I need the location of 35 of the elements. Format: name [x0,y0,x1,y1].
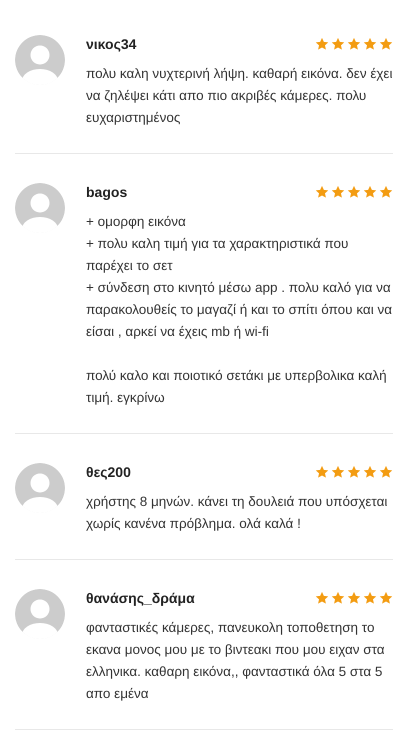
star-icon [315,465,329,479]
star-icon [347,465,361,479]
avatar-icon [15,589,65,639]
reviewer-name: θες200 [86,462,131,482]
avatar-icon [15,183,65,233]
star-icon [331,591,345,605]
review-text: πολύ καλο και ποιοτικό σετάκι με υπερβολικα καλή τιμή. εγκρίνω [86,367,388,407]
reviewer-name: θανάσης_δράμα [86,588,195,608]
star-icon [379,591,393,605]
star-icon [363,465,377,479]
star-icon [363,37,377,51]
star-icon [363,185,377,199]
star-icon [331,37,345,51]
reviewer-name: νικος34 [86,34,136,54]
star-icon [347,37,361,51]
review-text: χρήστης 8 μηνών. κάνει τη δουλειά που υπόσχεται χωρίς κανένα πρόβλημα. ολά καλά ! [86,493,388,533]
reviewer-name: bagos [86,182,128,202]
star-icon [347,591,361,605]
star-icon [363,591,377,605]
star-icon [379,37,393,51]
avatar-icon [15,463,65,513]
review-text: φανταστικές κάμερες, πανευκολη τοποθετηση το εκανα μονος μου με το βιντεακι που μου ειχαν στα ελληνικα. καθαρη εικόνα,, φανταστικά όλα 5 στα 5 απο εμένα [86,619,386,703]
star-icon [315,37,329,51]
review-text: + σύνδεση στο κινητό μέσω app . πολυ καλό για να παρακολουθείς το μαγαζί ή και το σπίτι όπου και να είσαι , αρκεί να έχεις mb ή wi-fi [86,279,393,341]
star-icon [315,185,329,199]
review-text: + ομορφη εικόνα [86,213,187,231]
star-icon [379,465,393,479]
avatar-icon [15,35,65,85]
review-text: + πολυ καλη τιμή για τα χαρακτηριστικά που παρέχει το σετ [86,235,350,275]
star-icon [331,465,345,479]
review-text: πολυ καλη νυχτερινή λήψη. καθαρή εικόνα. δεν έχει να ζηλέψει κάτι απο πιο ακριβές κάμερες. πολυ ευχαριστημένος [86,65,393,127]
star-icon [347,185,361,199]
star-icon [379,185,393,199]
star-icon [315,591,329,605]
star-icon [331,185,345,199]
